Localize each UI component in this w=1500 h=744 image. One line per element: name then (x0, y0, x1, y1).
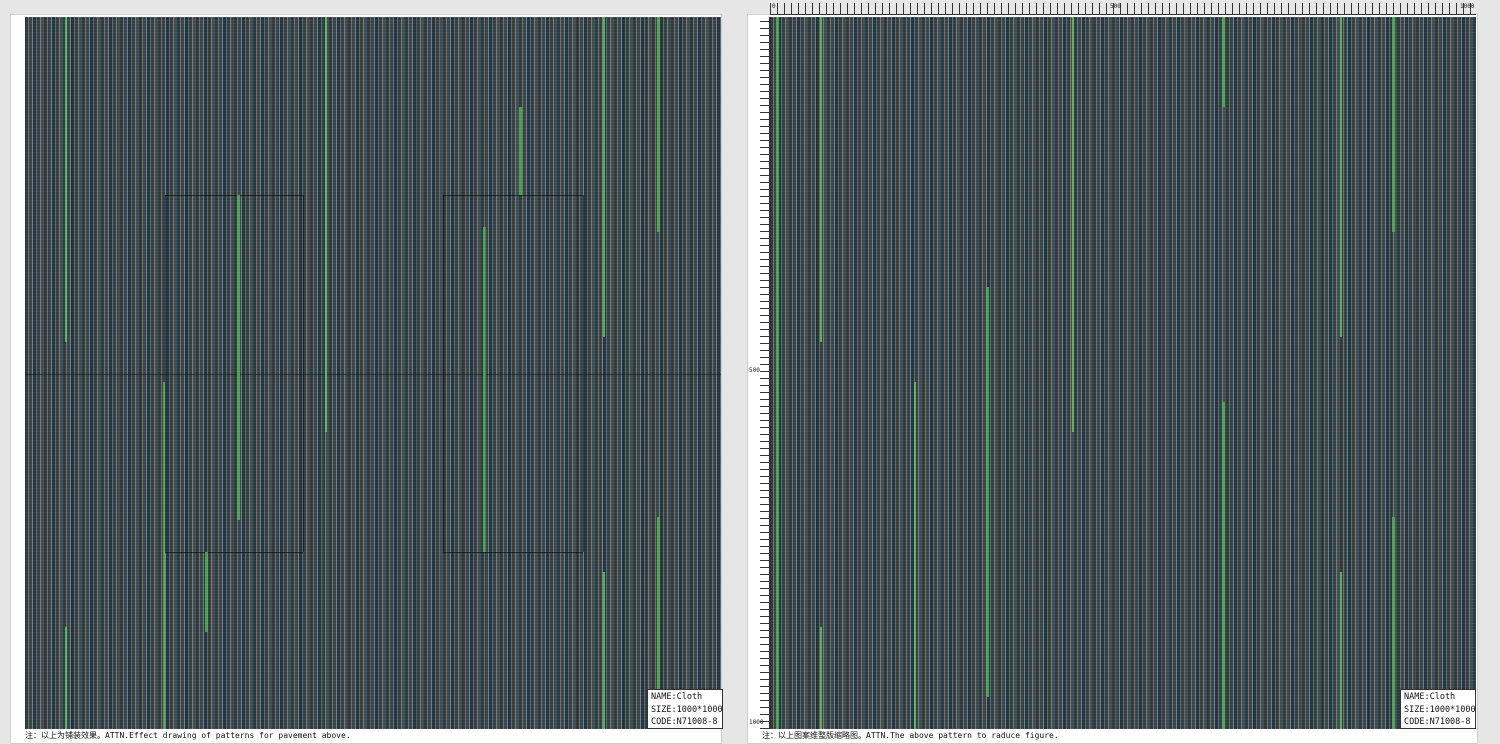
green-stripe (1222, 17, 1225, 107)
pattern-name: NAME:Cloth (1404, 692, 1456, 702)
pattern-code: CODE:N71008-8 (651, 717, 718, 727)
green-stripe (1222, 402, 1225, 729)
pattern-name: NAME:Cloth (651, 692, 703, 702)
tile-seam (443, 195, 444, 552)
reduced-pattern-image (770, 17, 1476, 729)
tile-seam (165, 195, 303, 196)
green-stripe (1392, 17, 1395, 232)
tile-seam (583, 195, 584, 552)
pattern-info-box: NAME:Cloth SIZE:1000*1000 CODE:N71008-8 (1400, 689, 1476, 729)
green-stripe (657, 17, 660, 232)
green-stripe (603, 572, 605, 729)
tile-seam (25, 374, 721, 375)
green-stripe (776, 17, 779, 729)
reduced-figure-sheet: 0 500 1000 500 1000 NAME:Cloth SIZE:1000… (747, 3, 1478, 744)
left-ruler (760, 17, 770, 729)
green-stripe (1392, 517, 1395, 729)
pattern-info-box: NAME:Cloth SIZE:1000*1000 CODE:N71008-8 (647, 689, 723, 729)
green-stripe (325, 17, 327, 432)
green-stripe (65, 627, 67, 729)
ruler-label: 500 (749, 367, 760, 374)
ruler-label: 500 (1110, 3, 1121, 10)
green-stripe (1340, 572, 1342, 729)
green-stripe (237, 195, 240, 520)
pattern-size: SIZE:1000*1000 (651, 704, 723, 715)
ruler-label: 0 (772, 3, 776, 10)
green-stripe (1340, 17, 1342, 337)
green-stripe (65, 17, 67, 342)
top-ruler (770, 3, 1476, 15)
pavement-caption: 注：以上为铺装效果。ATTN.Effect drawing of pattern… (25, 731, 351, 740)
ruler-label: 1000 (1460, 3, 1475, 10)
green-stripe (914, 382, 916, 729)
tile-seam (303, 195, 304, 552)
tile-seam (443, 195, 583, 196)
green-stripe (1072, 17, 1074, 432)
green-stripe (163, 382, 165, 729)
green-stripe (820, 627, 822, 729)
reduced-figure-caption: 注：以上图案维整版缩略图。ATTN.The above pattern to r… (762, 731, 1059, 740)
green-stripe (986, 287, 989, 697)
green-stripe (483, 227, 486, 552)
tile-seam (165, 552, 303, 553)
tile-seam (443, 552, 583, 553)
green-stripe (519, 107, 522, 195)
tile-seam (165, 195, 166, 552)
green-stripe (603, 17, 605, 337)
pattern-code: CODE:N71008-8 (1404, 717, 1471, 727)
pavement-pattern-image (25, 17, 721, 729)
green-stripe (820, 17, 822, 342)
ruler-label: 1000 (749, 719, 764, 726)
pattern-size: SIZE:1000*1000 (1404, 704, 1476, 715)
green-stripe (205, 552, 208, 632)
pavement-effect-sheet: NAME:Cloth SIZE:1000*1000 CODE:N71008-8 … (10, 14, 723, 744)
